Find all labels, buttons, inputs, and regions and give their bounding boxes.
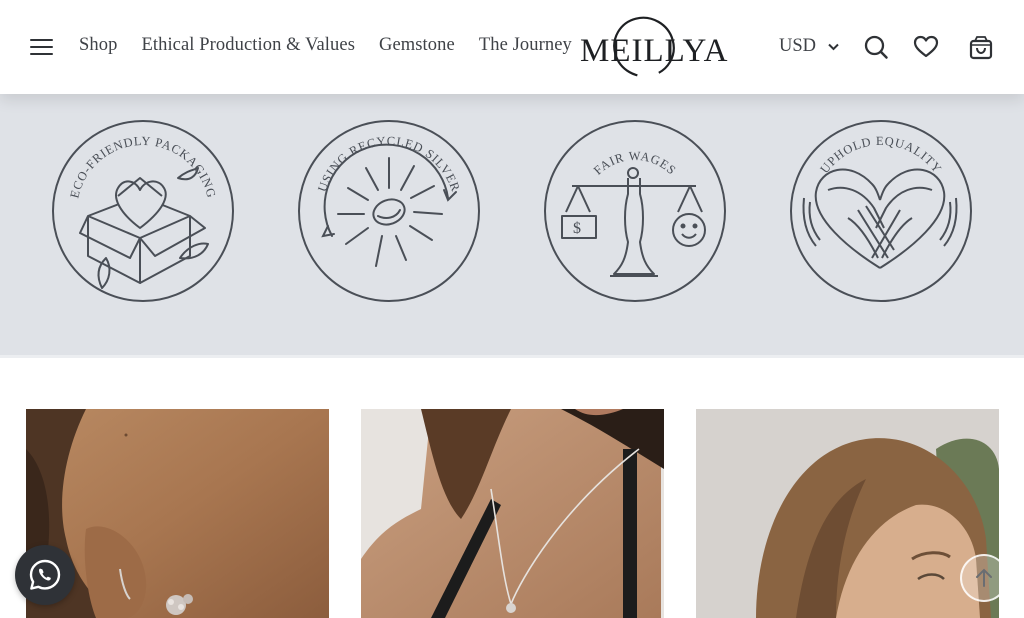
bag-icon[interactable] xyxy=(968,34,994,60)
logo-wordmark: MEILLYA xyxy=(580,33,729,69)
gift-box-heart-icon xyxy=(79,167,209,289)
badge-uphold-equality: UPHOLD EQUALITY xyxy=(790,120,972,302)
menu-icon[interactable] xyxy=(30,37,54,57)
scales-icon: $ xyxy=(561,167,706,277)
svg-text:$: $ xyxy=(573,220,581,237)
badge-fair-wages: FAIR WAGES $ xyxy=(544,120,726,302)
values-band: ECO-FRIENDLY PACKAGING USING RECYCLED SI… xyxy=(0,94,1024,355)
nav-gemstone[interactable]: Gemstone xyxy=(379,35,455,56)
whatsapp-button[interactable] xyxy=(15,545,75,605)
section-divider xyxy=(0,355,1024,358)
nav-shop[interactable]: Shop xyxy=(79,35,117,56)
badge-recycled-silver: USING RECYCLED SILVER xyxy=(298,120,480,302)
hands-heart-icon xyxy=(802,168,958,269)
nav-the-journey[interactable]: The Journey xyxy=(479,35,572,56)
currency-label: USD xyxy=(779,36,817,56)
necklace-model-photo xyxy=(361,409,664,618)
product-card-necklace[interactable] xyxy=(361,409,664,618)
back-to-top-button[interactable] xyxy=(960,554,1008,602)
whatsapp-icon xyxy=(29,559,61,590)
currency-selector[interactable]: USD xyxy=(779,36,839,57)
badge-eco-packaging: ECO-FRIENDLY PACKAGING xyxy=(52,120,234,302)
search-icon[interactable] xyxy=(863,34,889,60)
site-header: Shop Ethical Production & Values Gemston… xyxy=(0,0,1024,94)
main-nav: Shop Ethical Production & Values Gemston… xyxy=(79,35,572,56)
nav-ethical-production[interactable]: Ethical Production & Values xyxy=(141,35,355,56)
woman-portrait-photo xyxy=(696,409,999,618)
heart-icon[interactable] xyxy=(913,34,939,60)
product-card-portrait[interactable] xyxy=(696,409,999,618)
brand-logo[interactable]: MEILLYA xyxy=(580,14,729,80)
badge-caption: FAIR WAGES xyxy=(591,149,679,178)
chevron-down-icon xyxy=(828,43,839,50)
arrow-up-icon xyxy=(976,568,992,587)
